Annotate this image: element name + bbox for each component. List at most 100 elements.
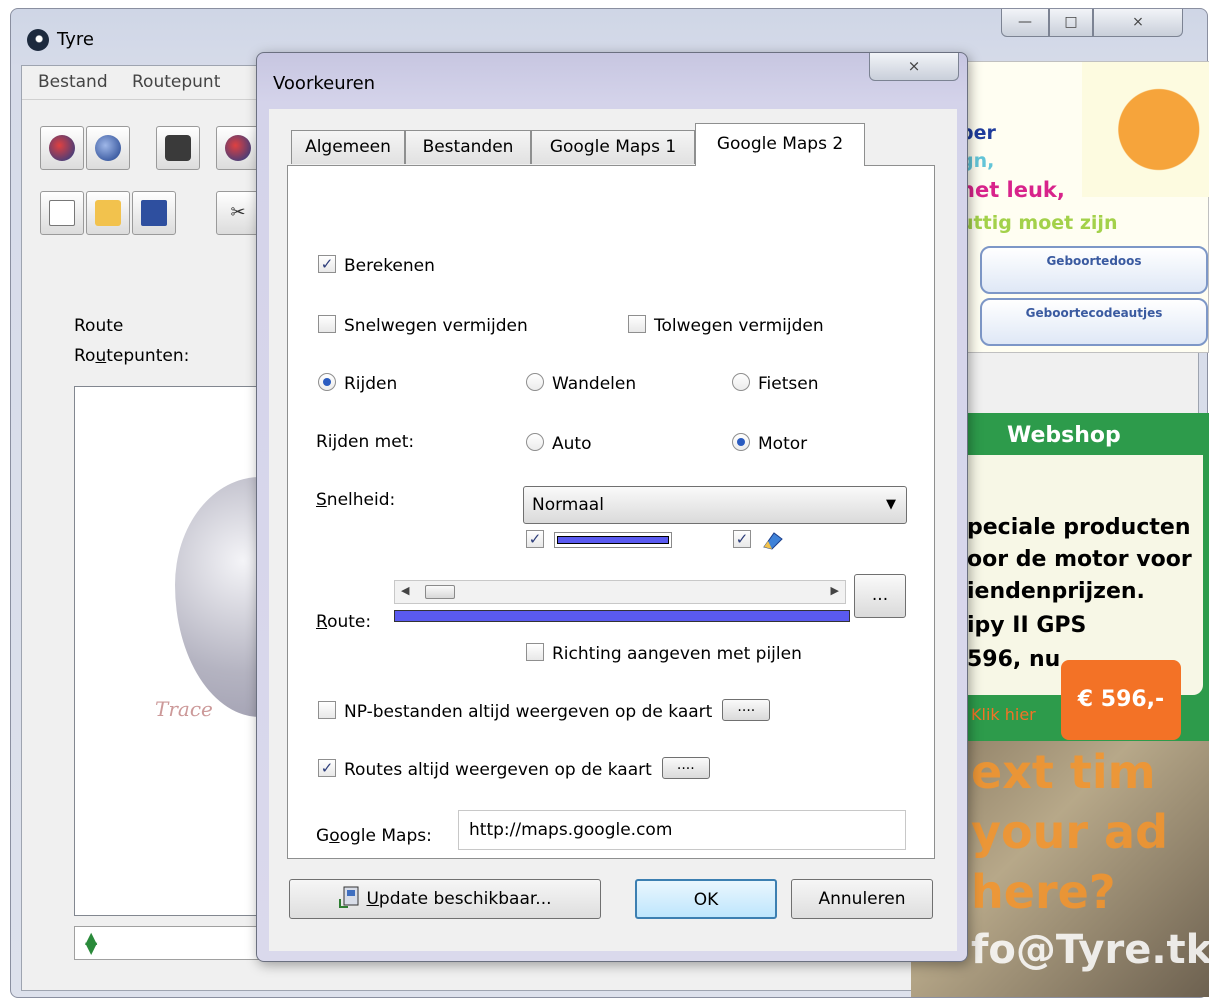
scroll-right-icon[interactable]: ▶: [831, 584, 839, 597]
ad-text: here?: [971, 865, 1116, 919]
ad-price-burst: € 596,-: [1061, 660, 1181, 740]
ad-text: iendenprijzen.: [967, 579, 1145, 604]
line-color-checkbox[interactable]: ✓: [526, 530, 544, 548]
toolbar-button-1[interactable]: [40, 126, 84, 170]
icon-checkbox[interactable]: ✓: [733, 530, 751, 548]
rijden-radio[interactable]: [318, 373, 336, 391]
ok-button[interactable]: OK: [635, 879, 777, 919]
berekenen-row[interactable]: ✓ Berekenen: [318, 254, 435, 280]
globe-icon: [49, 135, 75, 161]
spinner-control[interactable]: ▲ ▼: [74, 926, 274, 960]
rijden-met-label: Rijden met:: [316, 432, 415, 452]
tyre-logo-icon: [27, 29, 49, 51]
motor-label: Motor: [758, 434, 808, 454]
scroll-thumb[interactable]: [425, 585, 455, 599]
motor-radio[interactable]: [732, 433, 750, 451]
route-color-button[interactable]: ...: [854, 574, 906, 618]
ad-text: 596, nu: [967, 647, 1061, 672]
wandelen-row[interactable]: Wandelen: [526, 372, 636, 398]
tab-algemeen[interactable]: Algemeen: [291, 130, 405, 164]
rijden-row[interactable]: Rijden: [318, 372, 397, 398]
ad-text: ipy II GPS: [967, 613, 1087, 638]
toolbar-button-2[interactable]: [86, 126, 130, 170]
update-icon: [339, 886, 359, 908]
ad-klik-hier-link[interactable]: Klik hier: [971, 705, 1036, 724]
line-color-row[interactable]: ✓: [526, 529, 552, 555]
main-close-button[interactable]: ⨯: [1093, 9, 1183, 37]
routepunten-list[interactable]: Trace: [74, 386, 345, 916]
route-label-rest: oute:: [327, 612, 372, 632]
ad-text: het leuk,: [960, 178, 1065, 202]
ad-text: oor de motor voor: [967, 547, 1192, 572]
ad-pill-geboortecodeautjes[interactable]: Geboortecodeautjes: [980, 298, 1208, 346]
google-maps-url-input[interactable]: http://maps.google.com: [458, 810, 906, 850]
route-color-line[interactable]: [394, 610, 850, 622]
richting-checkbox[interactable]: [526, 643, 544, 661]
maximize-button[interactable]: □: [1049, 9, 1093, 37]
np-bestanden-row[interactable]: NP-bestanden altijd weergeven op de kaar…: [318, 699, 771, 726]
berekenen-checkbox[interactable]: ✓: [318, 255, 336, 273]
routes-altijd-row[interactable]: ✓ Routes altijd weergeven op de kaart....: [318, 757, 710, 784]
snelwegen-row[interactable]: Snelwegen vermijden: [318, 314, 528, 340]
motor-row[interactable]: Motor: [732, 432, 807, 458]
auto-radio[interactable]: [526, 433, 544, 451]
routes-altijd-label: Routes altijd weergeven op de kaart: [344, 760, 652, 780]
dialog-close-button[interactable]: ⨯: [869, 53, 959, 81]
tab-bestanden[interactable]: Bestanden: [405, 130, 531, 164]
snelheid-label-rest: nelheid:: [326, 490, 396, 510]
menu-routepunten[interactable]: Routepunt: [132, 72, 220, 92]
new-button[interactable]: [40, 191, 84, 235]
scroll-left-icon[interactable]: ◀: [401, 584, 409, 597]
ad-text: your ad: [971, 805, 1169, 859]
annuleren-button[interactable]: Annuleren: [791, 879, 933, 919]
routes-altijd-button[interactable]: ....: [661, 757, 710, 779]
globe-icon: [225, 135, 251, 161]
tolwegen-checkbox[interactable]: [628, 315, 646, 333]
auto-label: Auto: [552, 434, 592, 454]
open-folder-icon: [95, 200, 121, 226]
routepunten-label-part: tepunten:: [106, 346, 190, 366]
snelheid-select[interactable]: Normaal ▼: [523, 486, 907, 524]
menu-bestand[interactable]: Bestand: [38, 72, 108, 92]
snelwegen-checkbox[interactable]: [318, 315, 336, 333]
cat-illustration: [1082, 62, 1209, 197]
update-accelerator: U: [366, 889, 379, 909]
globe-icon: [95, 135, 121, 161]
fietsen-radio[interactable]: [732, 373, 750, 391]
tab-google-maps-1[interactable]: Google Maps 1: [531, 130, 695, 164]
wandelen-radio[interactable]: [526, 373, 544, 391]
ad-text: fo@Tyre.tk: [971, 927, 1209, 973]
binoculars-icon: [165, 135, 191, 161]
fietsen-label: Fietsen: [758, 374, 819, 394]
richting-row[interactable]: Richting aangeven met pijlen: [526, 642, 802, 668]
auto-row[interactable]: Auto: [526, 432, 591, 458]
routes-altijd-checkbox[interactable]: ✓: [318, 759, 336, 777]
toolbar-button-3[interactable]: [156, 126, 200, 170]
route-width-scrollbar[interactable]: ◀ ▶: [394, 580, 846, 604]
fietsen-row[interactable]: Fietsen: [732, 372, 818, 398]
dialog-body: Algemeen Bestanden Google Maps 1 Google …: [269, 109, 957, 951]
np-bestanden-label: NP-bestanden altijd weergeven op de kaar…: [344, 702, 713, 722]
google-maps-accelerator: o: [329, 826, 340, 846]
watermark-text: Trace: [155, 697, 213, 721]
update-button[interactable]: Update beschikbaar...: [289, 879, 601, 919]
open-button[interactable]: [86, 191, 130, 235]
tolwegen-row[interactable]: Tolwegen vermijden: [628, 314, 824, 340]
google-maps-2-panel: ✓ Berekenen Snelwegen vermijden Tolwegen …: [287, 165, 935, 859]
icon-row[interactable]: ✓: [733, 529, 759, 555]
routepunten-label-part: Ro: [74, 346, 96, 366]
preferences-dialog: Voorkeuren ⨯ Algemeen Bestanden Google M…: [256, 52, 968, 962]
snelwegen-label: Snelwegen vermijden: [344, 316, 528, 336]
np-bestanden-button[interactable]: ....: [722, 699, 771, 721]
routepunten-label-accelerator: u: [95, 346, 107, 366]
new-file-icon: [49, 200, 75, 226]
cut-button[interactable]: ✂: [216, 191, 260, 235]
save-button[interactable]: [132, 191, 176, 235]
chevron-down-icon: ▼: [886, 497, 896, 512]
snelheid-value: Normaal: [532, 495, 604, 515]
tab-google-maps-2[interactable]: Google Maps 2: [695, 123, 865, 166]
minimize-button[interactable]: —: [1001, 9, 1049, 37]
ad-pill-geboortedoos[interactable]: Geboortedoos: [980, 246, 1208, 294]
toolbar-button-4[interactable]: [216, 126, 260, 170]
np-bestanden-checkbox[interactable]: [318, 701, 336, 719]
